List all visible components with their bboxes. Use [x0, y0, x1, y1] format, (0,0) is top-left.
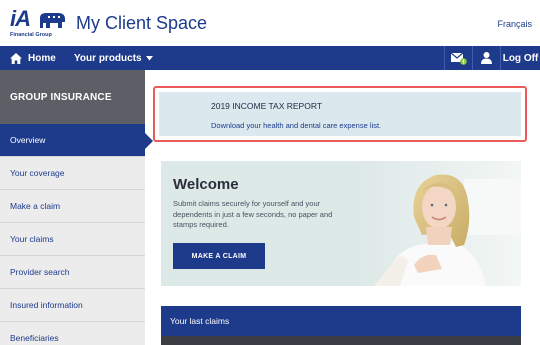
notice-title: 2019 INCOME TAX REPORT	[211, 101, 323, 111]
sidebar-item-make-a-claim[interactable]: Make a claim	[0, 190, 145, 223]
language-link[interactable]: Français	[497, 19, 532, 29]
home-icon	[10, 52, 22, 64]
logo-subtext: Financial Group	[10, 32, 52, 38]
logo-wordmark: iA	[10, 6, 31, 31]
sidebar-item-insured-information[interactable]: Insured information	[0, 289, 145, 322]
nav-home-label: Home	[28, 52, 56, 64]
sidebar-header: GROUP INSURANCE	[0, 70, 145, 124]
tax-report-notice: 2019 INCOME TAX REPORT Download your hea…	[153, 86, 527, 142]
sidebar-item-beneficiaries[interactable]: Beneficiaries	[0, 322, 145, 345]
sidebar: GROUP INSURANCE Overview Your coverage M…	[0, 70, 153, 345]
user-icon	[481, 52, 492, 64]
logoff-button[interactable]: Log Off	[500, 46, 540, 70]
mail-icon	[450, 52, 467, 65]
messages-button[interactable]	[444, 46, 472, 70]
elephant-logo-icon	[40, 13, 65, 28]
sidebar-item-your-coverage[interactable]: Your coverage	[0, 157, 145, 190]
download-expense-list-link[interactable]: Download your health and dental care exp…	[211, 121, 381, 130]
nav-products-label: Your products	[74, 52, 142, 64]
make-a-claim-button[interactable]: MAKE A CLAIM	[173, 243, 265, 269]
main-navbar: Home Your products Log Off	[0, 46, 540, 70]
notice-body: 2019 INCOME TAX REPORT Download your hea…	[159, 92, 521, 136]
welcome-card: Welcome Submit claims securely for yours…	[161, 161, 521, 286]
sidebar-item-provider-search[interactable]: Provider search	[0, 256, 145, 289]
app-title: My Client Space	[76, 13, 208, 33]
ia-logo[interactable]: iA Financial Group	[10, 6, 68, 40]
sidebar-item-your-claims[interactable]: Your claims	[0, 223, 145, 256]
last-claims-panel	[161, 336, 521, 345]
last-claims-header: Your last claims	[161, 306, 521, 336]
welcome-text: Submit claims securely for yourself and …	[173, 199, 333, 229]
profile-button[interactable]	[472, 46, 500, 70]
woman-photo	[356, 161, 521, 286]
welcome-title: Welcome	[173, 176, 239, 193]
nav-home[interactable]: Home	[10, 46, 56, 70]
nav-your-products[interactable]: Your products	[74, 46, 153, 70]
chevron-down-icon	[145, 55, 153, 60]
top-header: iA Financial Group My Client Space Franç…	[0, 0, 540, 46]
nav-actions: Log Off	[444, 46, 540, 70]
sidebar-item-overview[interactable]: Overview	[0, 124, 153, 157]
